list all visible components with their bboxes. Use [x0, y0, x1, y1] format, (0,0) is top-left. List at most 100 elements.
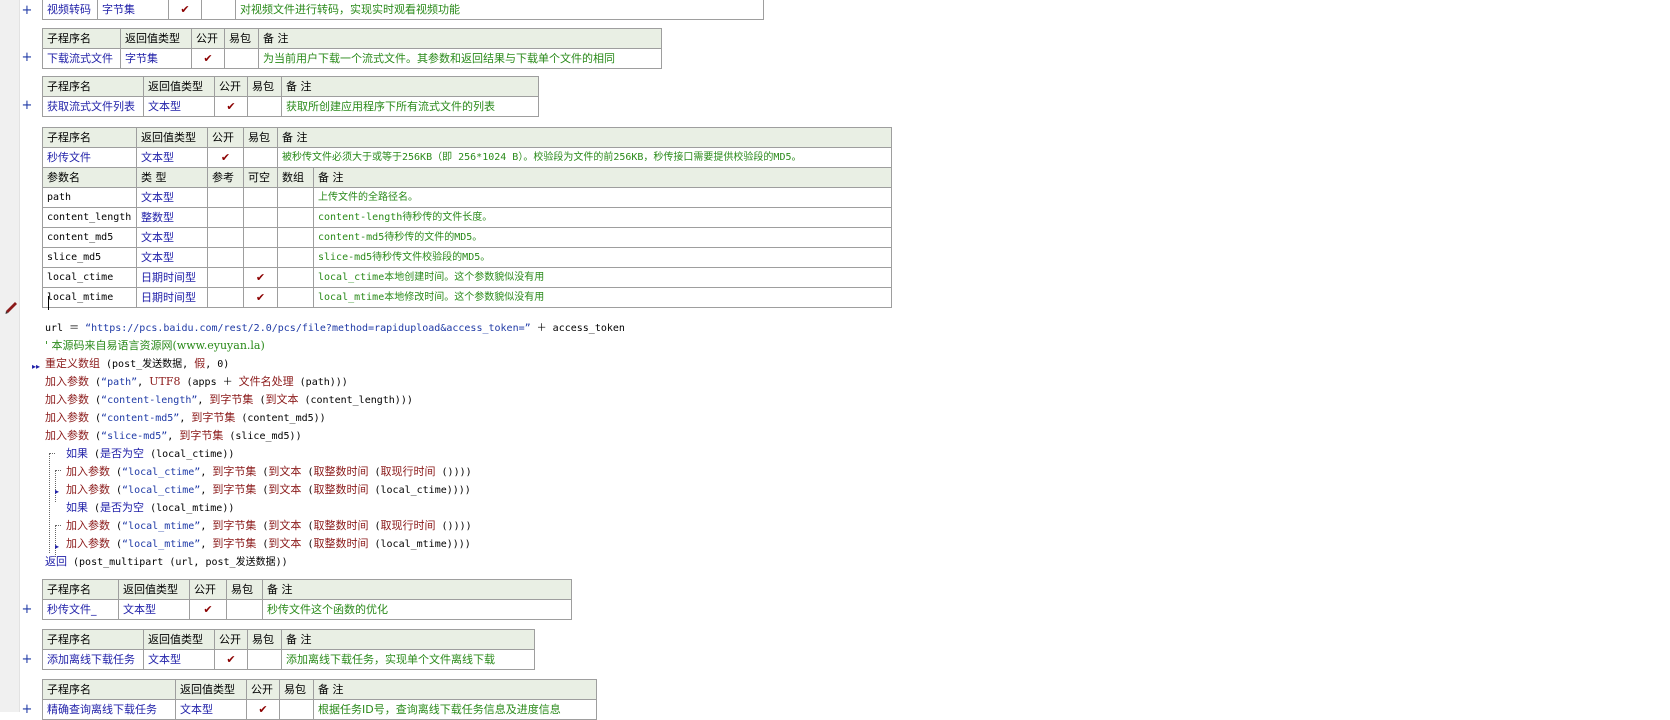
- param-name[interactable]: content_md5: [42, 227, 137, 248]
- param-row[interactable]: content_length 整数型 content-length待秒传的文件长…: [42, 207, 892, 228]
- param-row[interactable]: path 文本型 上传文件的全路径名。: [42, 187, 892, 208]
- sub-row[interactable]: 添加离线下载任务 文本型 ✔ 添加离线下载任务，实现单个文件离线下载: [42, 649, 535, 670]
- param-remark[interactable]: 上传文件的全路径名。: [313, 187, 892, 208]
- param-remark[interactable]: content-length待秒传的文件长度。: [313, 207, 892, 228]
- code-line[interactable]: url ＝ “https://pcs.baidu.com/rest/2.0/pc…: [45, 319, 625, 337]
- code-line[interactable]: 如果 (是否为空 (local_ctime)): [66, 445, 234, 463]
- public-check[interactable]: ✔: [246, 699, 280, 720]
- expand-plus-icon[interactable]: +: [21, 603, 33, 616]
- public-check[interactable]: ✔: [207, 147, 244, 168]
- expand-plus-icon[interactable]: +: [21, 4, 33, 17]
- sub-row[interactable]: 秒传文件 文本型 ✔ 被秒传文件必须大于或等于256KB（即 256*1024 …: [42, 147, 892, 168]
- sub-return-type[interactable]: 文本型: [136, 147, 208, 168]
- param-array[interactable]: [277, 207, 314, 228]
- sub-return-type[interactable]: 字节集: [120, 48, 192, 69]
- param-remark[interactable]: content-md5待秒传的文件的MD5。: [313, 227, 892, 248]
- param-nullable[interactable]: [243, 247, 278, 268]
- param-nullable[interactable]: [243, 227, 278, 248]
- param-array[interactable]: [277, 247, 314, 268]
- param-ref[interactable]: [207, 187, 244, 208]
- param-remark[interactable]: local_mtime本地修改时间。这个参数貌似没有用: [313, 287, 892, 308]
- param-nullable[interactable]: [243, 187, 278, 208]
- code-line[interactable]: 返回 (post_multipart (url, post_发送数据)): [45, 553, 288, 571]
- sub-name[interactable]: 添加离线下载任务: [42, 649, 144, 670]
- code-line[interactable]: 加入参数 (“content-md5”, 到字节集 (content_md5)): [45, 409, 326, 427]
- param-ref[interactable]: [207, 267, 244, 288]
- code-comment-line[interactable]: ' 本源码来自易语言资源网(www.eyuyan.la): [45, 337, 265, 354]
- public-check[interactable]: ✔: [168, 0, 202, 20]
- easy-pkg-cell[interactable]: [224, 48, 259, 69]
- param-ref[interactable]: [207, 247, 244, 268]
- param-array[interactable]: [277, 227, 314, 248]
- param-remark[interactable]: slice-md5待秒传文件校验段的MD5。: [313, 247, 892, 268]
- param-ref[interactable]: [207, 287, 244, 308]
- param-nullable-check[interactable]: ✔: [243, 267, 278, 288]
- easy-pkg-cell[interactable]: [243, 147, 278, 168]
- expand-plus-icon[interactable]: +: [21, 51, 33, 64]
- code-line[interactable]: 如果 (是否为空 (local_mtime)): [66, 499, 234, 517]
- param-name[interactable]: local_ctime: [42, 267, 137, 288]
- code-line[interactable]: 重定义数组 (post_发送数据, 假, 0): [45, 355, 229, 373]
- param-row[interactable]: local_mtime 日期时间型 ✔ local_mtime本地修改时间。这个…: [42, 287, 892, 308]
- param-name[interactable]: path: [42, 187, 137, 208]
- sub-remark[interactable]: 为当前用户下载一个流式文件。其参数和返回结果与下载单个文件的相同: [258, 48, 662, 69]
- sub-remark[interactable]: 获取所创建应用程序下所有流式文件的列表: [281, 96, 539, 117]
- code-line[interactable]: 加入参数 (“local_mtime”, 到字节集 (到文本 (取整数时间 (取…: [66, 517, 472, 535]
- param-ref[interactable]: [207, 207, 244, 228]
- sub-remark[interactable]: 被秒传文件必须大于或等于256KB（即 256*1024 B）。校验段为文件的前…: [277, 147, 892, 168]
- param-type[interactable]: 文本型: [136, 187, 208, 208]
- sub-remark[interactable]: 添加离线下载任务，实现单个文件离线下载: [281, 649, 535, 670]
- sub-row[interactable]: 精确查询离线下载任务 文本型 ✔ 根据任务ID号，查询离线下载任务信息及进度信息: [42, 699, 597, 720]
- param-row[interactable]: local_ctime 日期时间型 ✔ local_ctime本地创建时间。这个…: [42, 267, 892, 288]
- param-row[interactable]: content_md5 文本型 content-md5待秒传的文件的MD5。: [42, 227, 892, 248]
- param-type[interactable]: 整数型: [136, 207, 208, 228]
- sub-row[interactable]: 视频转码 字节集 ✔ 对视频文件进行转码，实现实时观看视频功能: [42, 0, 764, 20]
- sub-return-type[interactable]: 字节集: [97, 0, 169, 20]
- param-name[interactable]: local_mtime: [42, 287, 137, 308]
- param-nullable[interactable]: [243, 207, 278, 228]
- param-name[interactable]: slice_md5: [42, 247, 137, 268]
- param-remark[interactable]: local_ctime本地创建时间。这个参数貌似没有用: [313, 267, 892, 288]
- sub-return-type[interactable]: 文本型: [175, 699, 247, 720]
- sub-name[interactable]: 获取流式文件列表: [42, 96, 144, 117]
- param-array[interactable]: [277, 287, 314, 308]
- param-row[interactable]: slice_md5 文本型 slice-md5待秒传文件校验段的MD5。: [42, 247, 892, 268]
- sub-return-type[interactable]: 文本型: [118, 599, 190, 620]
- public-check[interactable]: ✔: [189, 599, 227, 620]
- sub-row[interactable]: 秒传文件_ 文本型 ✔ 秒传文件这个函数的优化: [42, 599, 572, 620]
- sub-return-type[interactable]: 文本型: [143, 649, 215, 670]
- sub-name[interactable]: 秒传文件_: [42, 599, 119, 620]
- expand-plus-icon[interactable]: +: [21, 703, 33, 716]
- sub-name[interactable]: 秒传文件: [42, 147, 137, 168]
- expand-plus-icon[interactable]: +: [21, 653, 33, 666]
- easy-pkg-cell[interactable]: [247, 649, 282, 670]
- param-name[interactable]: content_length: [42, 207, 137, 228]
- code-line[interactable]: 加入参数 (“local_mtime”, 到字节集 (到文本 (取整数时间 (l…: [66, 535, 471, 553]
- sub-name[interactable]: 精确查询离线下载任务: [42, 699, 176, 720]
- easy-pkg-cell[interactable]: [226, 599, 263, 620]
- param-type[interactable]: 文本型: [136, 247, 208, 268]
- code-line[interactable]: 加入参数 (“local_ctime”, 到字节集 (到文本 (取整数时间 (l…: [66, 481, 471, 499]
- sub-row[interactable]: 获取流式文件列表 文本型 ✔ 获取所创建应用程序下所有流式文件的列表: [42, 96, 539, 117]
- easy-pkg-cell[interactable]: [247, 96, 282, 117]
- param-type[interactable]: 文本型: [136, 227, 208, 248]
- public-check[interactable]: ✔: [214, 649, 248, 670]
- public-check[interactable]: ✔: [191, 48, 225, 69]
- expand-plus-icon[interactable]: +: [21, 99, 33, 112]
- param-type[interactable]: 日期时间型: [136, 267, 208, 288]
- code-line[interactable]: 加入参数 (“slice-md5”, 到字节集 (slice_md5)): [45, 427, 302, 445]
- param-ref[interactable]: [207, 227, 244, 248]
- param-type[interactable]: 日期时间型: [136, 287, 208, 308]
- easy-pkg-cell[interactable]: [279, 699, 314, 720]
- code-line[interactable]: 加入参数 (“content-length”, 到字节集 (到文本 (conte…: [45, 391, 413, 409]
- code-line[interactable]: 加入参数 (“local_ctime”, 到字节集 (到文本 (取整数时间 (取…: [66, 463, 472, 481]
- sub-row[interactable]: 下载流式文件 字节集 ✔ 为当前用户下载一个流式文件。其参数和返回结果与下载单个…: [42, 48, 662, 69]
- code-line[interactable]: 加入参数 (“path”, UTF8 (apps ＋ 文件名处理 (path))…: [45, 373, 348, 391]
- sub-remark[interactable]: 秒传文件这个函数的优化: [262, 599, 572, 620]
- param-array[interactable]: [277, 187, 314, 208]
- sub-remark[interactable]: 对视频文件进行转码，实现实时观看视频功能: [235, 0, 764, 20]
- easy-pkg-cell[interactable]: [201, 0, 236, 20]
- sub-return-type[interactable]: 文本型: [143, 96, 215, 117]
- sub-name[interactable]: 下载流式文件: [42, 48, 121, 69]
- sub-remark[interactable]: 根据任务ID号，查询离线下载任务信息及进度信息: [313, 699, 597, 720]
